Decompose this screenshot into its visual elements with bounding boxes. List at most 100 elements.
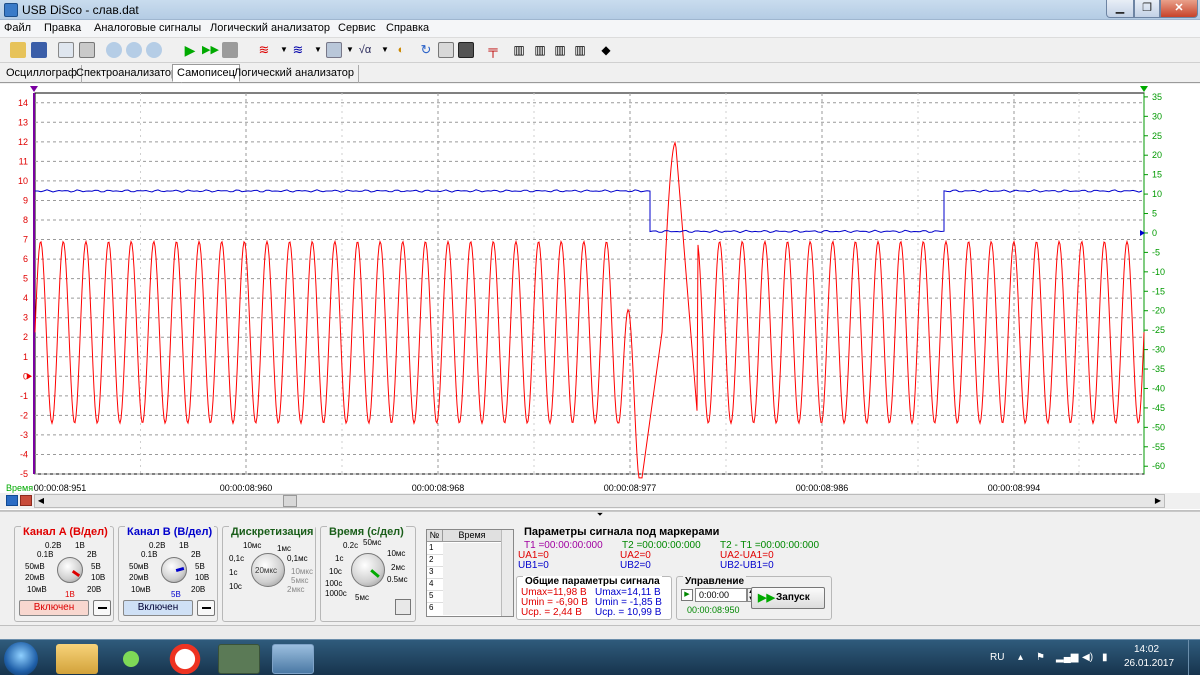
channel-b-wave-icon[interactable]: ≋ xyxy=(290,42,306,58)
channel-b-enable-button[interactable]: Включен xyxy=(123,600,193,616)
tray-arrow-icon[interactable]: ▴ xyxy=(1018,652,1023,663)
knob-label: 20мВ xyxy=(25,573,45,582)
stop-icon[interactable] xyxy=(222,42,238,58)
logic-icon-4[interactable]: ▥ xyxy=(572,42,588,58)
right-tick-label: -10 xyxy=(1152,267,1165,277)
time-axis-label: Время xyxy=(6,483,33,493)
scroll-thumb[interactable] xyxy=(283,495,297,507)
table-scrollbar[interactable] xyxy=(501,530,513,616)
dropdown-arrow-icon[interactable]: ▼ xyxy=(310,42,326,58)
table-row[interactable]: 6 xyxy=(427,603,443,615)
time-scrollbar[interactable]: ◀ ▶ xyxy=(34,494,1165,508)
record-icon[interactable] xyxy=(458,42,474,58)
flag-icon[interactable]: ⚑ xyxy=(1036,652,1045,663)
channel-a-wave-icon[interactable]: ≋ xyxy=(256,42,272,58)
language-indicator[interactable]: RU xyxy=(990,652,1004,663)
menu-analog-signals[interactable]: Аналоговые сигналы xyxy=(94,22,201,34)
print-preview-icon[interactable] xyxy=(58,42,74,58)
table-row[interactable]: 5 xyxy=(427,591,443,603)
math-icon[interactable]: √α xyxy=(357,42,373,58)
fast-forward-icon[interactable]: ▶▶ xyxy=(202,42,219,58)
tab-spectrum-analyzer[interactable]: Спектроанализатор xyxy=(72,65,183,83)
table-row[interactable]: 1 xyxy=(427,543,443,555)
maximize-button[interactable]: ❐ xyxy=(1134,0,1160,18)
table-row[interactable]: 3 xyxy=(427,567,443,579)
clock-date[interactable]: 26.01.2017 xyxy=(1124,658,1174,669)
dropdown-arrow-icon[interactable]: ▼ xyxy=(342,42,358,58)
icq-icon[interactable] xyxy=(110,644,152,674)
zoom-out-icon[interactable] xyxy=(126,42,142,58)
show-desktop-button[interactable] xyxy=(1188,640,1200,675)
channel-b-invert-button[interactable] xyxy=(197,600,215,616)
menu-service[interactable]: Сервис xyxy=(338,22,376,34)
play-icon[interactable]: ▶ xyxy=(182,42,198,58)
menu-logic-analyzer[interactable]: Логический анализатор xyxy=(210,22,330,34)
start-button[interactable]: ▶▶ Запуск xyxy=(751,587,825,609)
time-zoom-icon[interactable] xyxy=(395,599,411,615)
explorer-icon[interactable] xyxy=(56,644,98,674)
zoom-in-icon[interactable] xyxy=(106,42,122,58)
recorder-chart[interactable]: 14131211109876543210-1-2-3-4-53530252015… xyxy=(0,84,1200,511)
time-input[interactable]: 0:00:00 xyxy=(695,588,747,602)
left-tick-label: -1 xyxy=(20,391,28,401)
disco-taskbar-icon[interactable] xyxy=(272,644,314,674)
left-tick-label: 8 xyxy=(23,215,28,225)
network-icon[interactable]: ▂▄▆ xyxy=(1056,652,1078,663)
dropdown-arrow-icon[interactable]: ▼ xyxy=(377,42,393,58)
eraser-icon[interactable]: ◆ xyxy=(598,42,614,58)
refresh-icon[interactable]: ↻ xyxy=(418,42,434,58)
channel-a-volts-knob[interactable] xyxy=(57,557,83,583)
volume-icon[interactable]: ◀) xyxy=(1082,652,1093,663)
table-row[interactable]: 2 xyxy=(427,555,443,567)
sound-icon[interactable]: ◐ xyxy=(393,42,409,58)
time-div-knob[interactable] xyxy=(351,553,385,587)
collapse-panel-icon[interactable]: ⏷ xyxy=(593,511,607,519)
right-tick-label: -45 xyxy=(1152,403,1165,413)
sampling-title: Дискретизация xyxy=(229,526,316,538)
app-taskbar-icon[interactable] xyxy=(218,644,260,674)
tab-logic-analyzer[interactable]: Логический анализатор xyxy=(230,65,359,83)
minimize-button[interactable]: ▁ xyxy=(1106,0,1134,18)
knob-label: 5В xyxy=(91,562,101,571)
scale-minus-icon[interactable] xyxy=(6,495,18,506)
menu-edit[interactable]: Правка xyxy=(44,22,81,34)
start-orb-icon[interactable] xyxy=(4,642,38,675)
scroll-right-arrow-icon[interactable]: ▶ xyxy=(1152,495,1164,507)
scroll-left-arrow-icon[interactable]: ◀ xyxy=(35,495,47,507)
x-tick-label: 00:00:08:994 xyxy=(988,483,1041,493)
marker-icon[interactable]: ╤ xyxy=(485,42,501,58)
open-icon[interactable] xyxy=(10,42,26,58)
channel-b-volts-knob[interactable] xyxy=(161,557,187,583)
yandex-icon[interactable] xyxy=(164,644,206,674)
right-tick-label: -60 xyxy=(1152,461,1165,471)
calculator-icon[interactable] xyxy=(326,42,342,58)
channel-a-invert-button[interactable] xyxy=(93,600,111,616)
plot-frame xyxy=(34,92,1145,475)
logic-icon-3[interactable]: ▥ xyxy=(552,42,568,58)
channel-a-enable-button[interactable]: Включен xyxy=(19,600,89,616)
screen-icon[interactable] xyxy=(438,42,454,58)
logic-icon-1[interactable]: ▥ xyxy=(511,42,527,58)
scale-plus-icon[interactable] xyxy=(20,495,32,506)
menu-file[interactable]: Файл xyxy=(4,22,31,34)
print-icon[interactable] xyxy=(79,42,95,58)
x-tick-label: 00:00:08:977 xyxy=(604,483,657,493)
knob-label: 5В xyxy=(195,562,205,571)
zoom-fit-icon[interactable] xyxy=(146,42,162,58)
battery-icon[interactable]: ▮ xyxy=(1102,652,1108,663)
sampling-value: 20мкс xyxy=(255,566,277,575)
plot-area[interactable]: 14 13 12 11 10 9 8 7 6 5 4 3 2 1 0 -1 -2 -3 -4 -5 35 30 25 20 15… xyxy=(0,84,1200,511)
close-button[interactable]: ✕ xyxy=(1160,0,1198,18)
left-tick-label: 14 xyxy=(18,98,28,108)
clock-time[interactable]: 14:02 xyxy=(1134,644,1159,655)
table-row[interactable]: 4 xyxy=(427,579,443,591)
marker-t1-handle xyxy=(30,86,38,92)
knob-label: 10мс xyxy=(243,541,262,550)
menu-help[interactable]: Справка xyxy=(386,22,429,34)
logic-icon-2[interactable]: ▥ xyxy=(532,42,548,58)
save-icon[interactable] xyxy=(31,42,47,58)
tab-oscilloscope[interactable]: Осциллограф xyxy=(2,65,82,83)
play-small-icon[interactable]: ▶ xyxy=(681,589,693,601)
channel-b-group: Канал B (В/дел) 0.2В 1В 0.1В 2В 50мВ 5В … xyxy=(118,526,218,622)
marker-table: № Время 1 2 3 4 5 6 xyxy=(426,529,514,617)
